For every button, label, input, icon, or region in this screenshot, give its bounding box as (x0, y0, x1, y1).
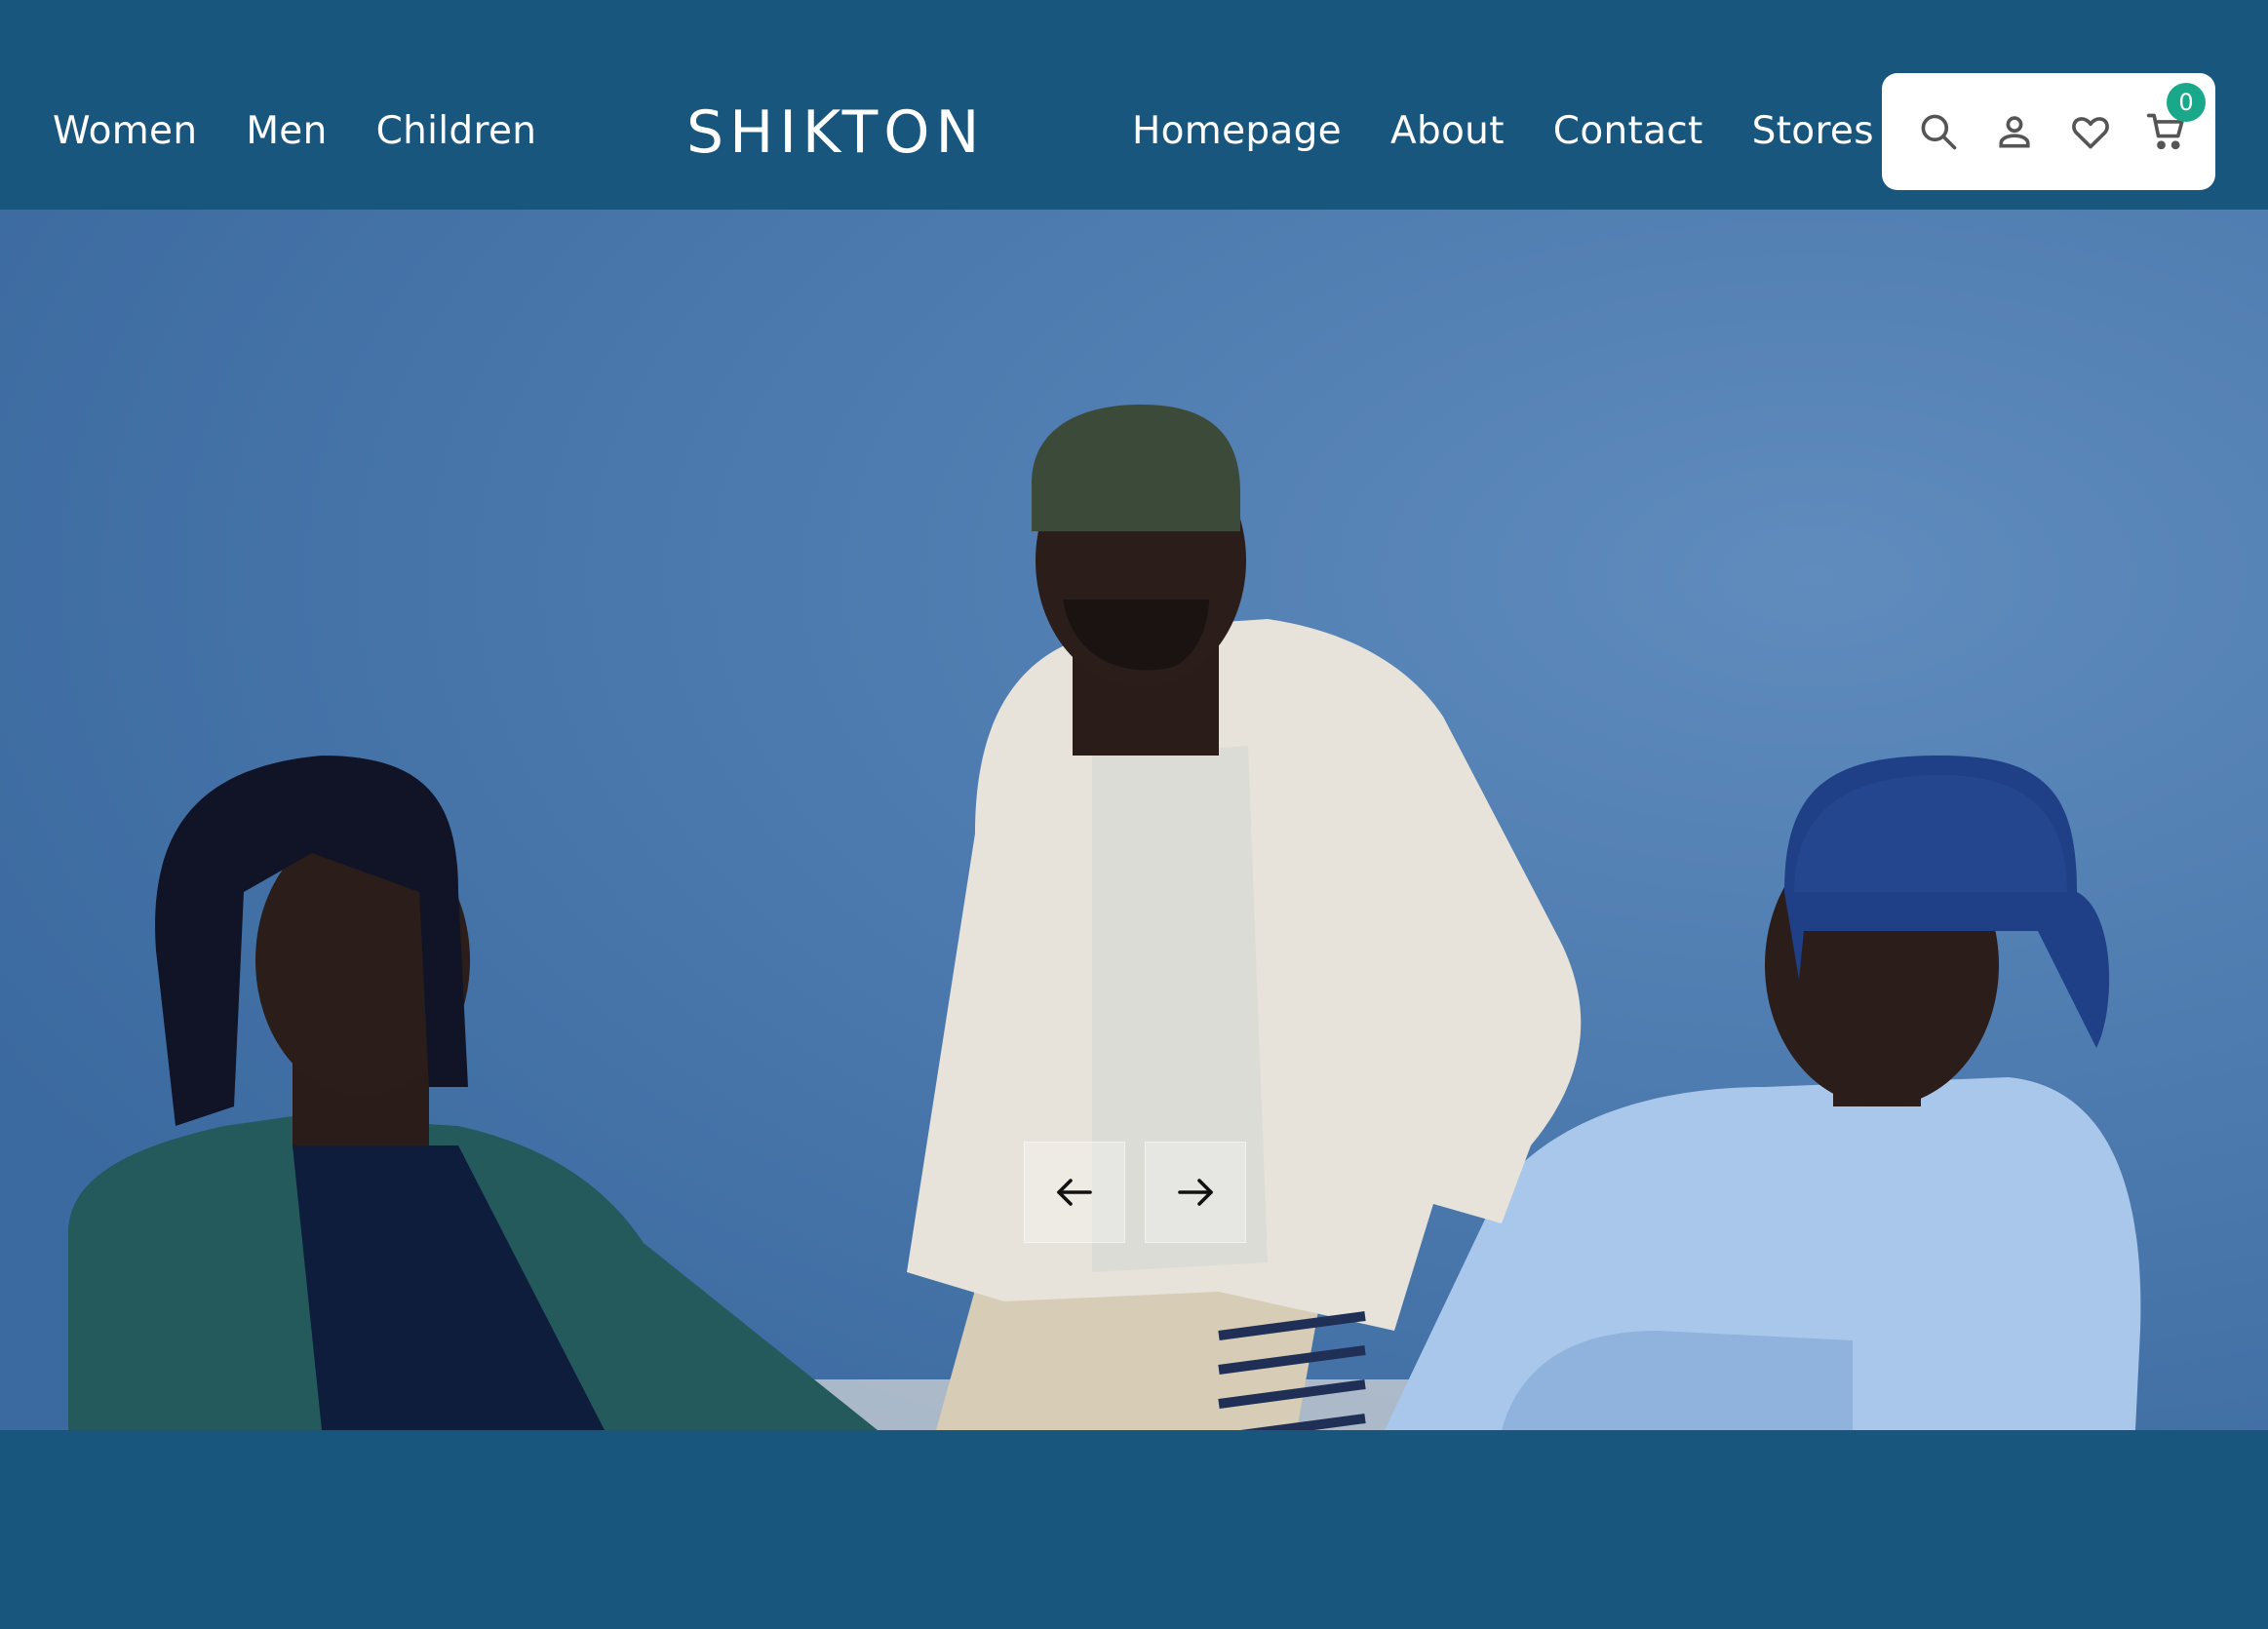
site-header: Women Men Children SHIKTON Homepage Abou… (0, 0, 2268, 210)
category-nav: Women Men Children (53, 107, 536, 156)
carousel-prev-button[interactable] (1024, 1142, 1125, 1243)
user-icon (1999, 116, 2030, 148)
nav-link-women[interactable]: Women (53, 107, 197, 156)
brand-logo[interactable]: SHIKTON (686, 100, 985, 165)
nav-link-men[interactable]: Men (246, 107, 327, 156)
heart-icon (2072, 117, 2109, 149)
search-button[interactable] (1914, 107, 1963, 156)
arrow-left-icon (1057, 1179, 1092, 1206)
carousel-next-button[interactable] (1145, 1142, 1246, 1243)
nav-link-stores[interactable]: Stores (1752, 107, 1874, 156)
nav-link-children[interactable]: Children (376, 107, 537, 156)
header-actions (1882, 73, 2215, 190)
wishlist-button[interactable] (2066, 107, 2115, 156)
hero-photo (0, 210, 2268, 1430)
page-footer-band (0, 1430, 2268, 1629)
nav-link-homepage[interactable]: Homepage (1132, 107, 1342, 156)
arrow-right-icon (1178, 1179, 1213, 1206)
account-button[interactable] (1990, 107, 2039, 156)
nav-link-about[interactable]: About (1390, 107, 1505, 156)
nav-link-contact[interactable]: Contact (1553, 107, 1703, 156)
cart-count-badge: 0 (2167, 83, 2206, 122)
hero-banner (0, 210, 2268, 1430)
site-nav: Homepage About Contact Stores (1132, 107, 1874, 156)
search-icon (1921, 114, 1957, 150)
